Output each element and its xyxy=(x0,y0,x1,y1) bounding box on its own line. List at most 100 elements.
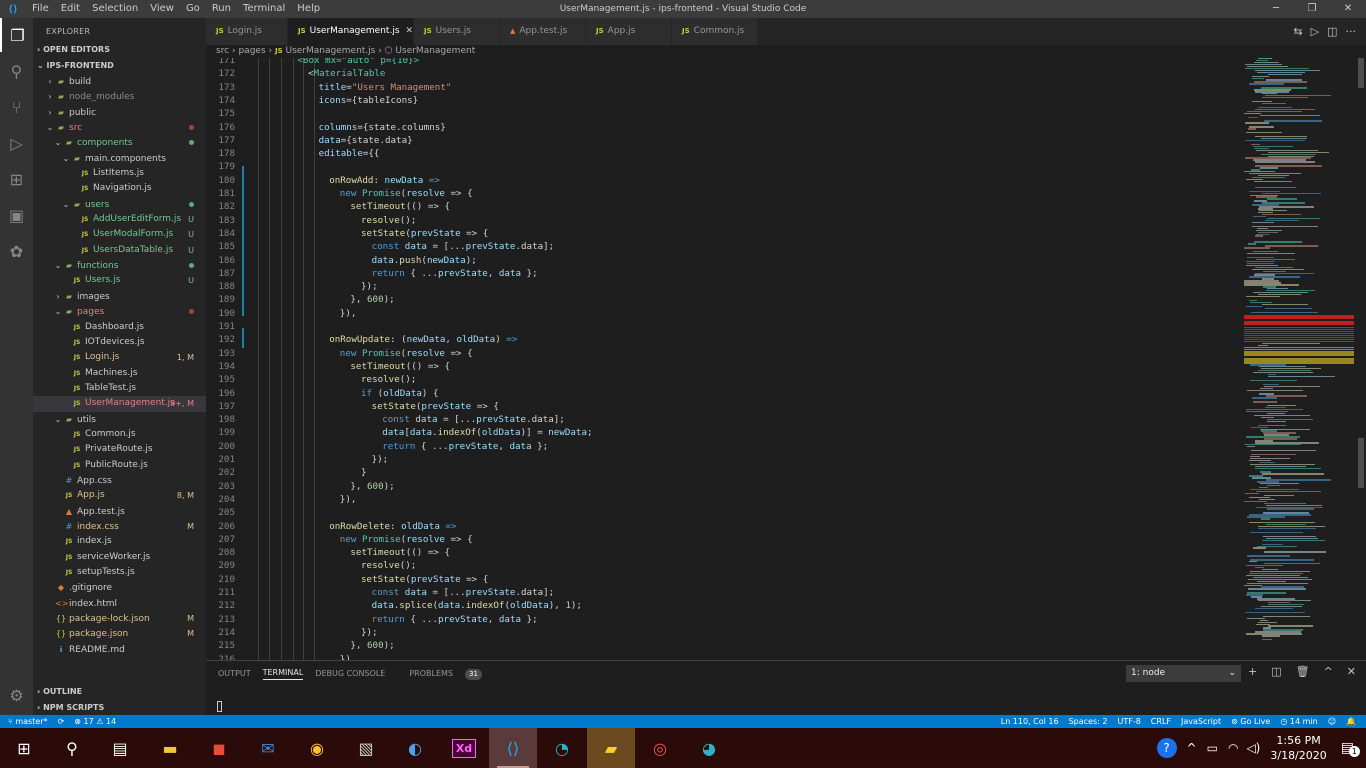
menu-help[interactable]: Help xyxy=(291,0,326,18)
breadcrumb-symbol[interactable]: UserManagement xyxy=(395,46,475,56)
help-icon[interactable]: ? xyxy=(1156,738,1177,758)
menu-view[interactable]: View xyxy=(144,0,180,18)
tab-output[interactable]: OUTPUT xyxy=(218,669,251,680)
file-explorer-icon[interactable]: ▬ xyxy=(146,728,194,768)
tree-file[interactable]: JS PrivateRoute.js xyxy=(33,442,206,457)
tree-file[interactable]: JS ListItems.js xyxy=(33,166,206,181)
scrollbar-thumb[interactable] xyxy=(1358,58,1364,88)
tree-file[interactable]: JS Machines.js xyxy=(33,366,206,381)
outline-section[interactable]: › OUTLINE xyxy=(33,684,206,700)
more-actions-icon[interactable]: ··· xyxy=(1346,25,1357,38)
branch-status[interactable]: ⑂ master* xyxy=(8,715,48,728)
close-panel-icon[interactable]: ✕ xyxy=(1347,665,1356,678)
battery-icon[interactable]: ▭ xyxy=(1207,741,1218,755)
minimize-icon[interactable]: ─ xyxy=(1258,0,1294,18)
breadcrumb-src[interactable]: src xyxy=(216,46,229,56)
tree-file[interactable]: JS Common.js xyxy=(33,427,206,442)
editor-tab[interactable]: ▲ App.test.js xyxy=(500,18,586,45)
tree-file[interactable]: JS Dashboard.js xyxy=(33,320,206,335)
tree-file[interactable]: JS Navigation.js xyxy=(33,181,206,196)
menu-selection[interactable]: Selection xyxy=(86,0,144,18)
tree-file[interactable]: {} package-lock.json M xyxy=(33,611,206,626)
tree-folder[interactable]: › ▰ images xyxy=(33,289,206,304)
edge-icon[interactable]: ◔ xyxy=(538,728,586,768)
edge-dev-icon[interactable]: ◕ xyxy=(685,728,733,768)
tab-problems[interactable]: PROBLEMS 31 xyxy=(397,668,482,680)
menu-run[interactable]: Run xyxy=(206,0,237,18)
run-debug-icon[interactable]: ▷ xyxy=(0,126,33,160)
search-icon[interactable]: ⚲ xyxy=(0,54,33,88)
open-editors-section[interactable]: › OPEN EDITORS xyxy=(33,42,206,58)
tree-folder[interactable]: ⌄ ▰ functions xyxy=(33,258,206,273)
new-terminal-icon[interactable]: + xyxy=(1248,665,1257,678)
tree-file[interactable]: ▲ App.test.js xyxy=(33,504,206,519)
tree-file[interactable]: JS setupTests.js xyxy=(33,565,206,580)
feedback-icon[interactable]: ☺ xyxy=(1328,715,1336,728)
run-icon[interactable]: ▷ xyxy=(1311,25,1319,38)
encoding[interactable]: UTF-8 xyxy=(1117,715,1140,728)
tree-file[interactable]: {} package.json M xyxy=(33,626,206,641)
cursor-position[interactable]: Ln 110, Col 16 xyxy=(1001,715,1059,728)
close-icon[interactable]: ✕ xyxy=(1330,0,1366,18)
editor-scrollbar[interactable] xyxy=(1356,58,1366,660)
menu-file[interactable]: File xyxy=(26,0,55,18)
tree-file[interactable]: JS UserManagement.js 9+, M xyxy=(33,396,206,412)
tree-file[interactable]: JS TableTest.js xyxy=(33,381,206,396)
extensions-icon[interactable]: ⊞ xyxy=(0,162,33,196)
indentation[interactable]: Spaces: 2 xyxy=(1069,715,1108,728)
maximize-panel-icon[interactable]: ^ xyxy=(1324,665,1333,678)
line-ending[interactable]: CRLF xyxy=(1151,715,1171,728)
sync-icon[interactable]: ⟳ xyxy=(58,715,65,728)
tree-file[interactable]: <>index.html xyxy=(33,596,206,611)
editor-tab[interactable]: JS UserManagement.js ✕ xyxy=(288,18,414,45)
editor-tab[interactable]: JS Common.js xyxy=(672,18,758,45)
editor-tab[interactable]: JS Users.js xyxy=(414,18,500,45)
live-share-icon[interactable]: ✿ xyxy=(0,234,33,268)
tree-folder[interactable]: ⌄ ▰ src xyxy=(33,120,206,135)
sticky-notes-icon[interactable]: ▰ xyxy=(587,728,635,768)
source-control-icon[interactable]: ⑂ xyxy=(0,90,33,124)
tab-terminal[interactable]: TERMINAL xyxy=(262,668,304,680)
tree-folder[interactable]: ⌄ ▰ utils xyxy=(33,412,206,427)
problems-status[interactable]: ⊗ 17 ⚠ 14 xyxy=(74,715,116,728)
tree-file[interactable]: # App.css xyxy=(33,473,206,488)
swirl-app-icon[interactable]: ◎ xyxy=(636,728,684,768)
windows-start-icon[interactable]: ⊞ xyxy=(0,728,48,768)
terminal-cursor[interactable] xyxy=(217,701,222,712)
vscode-icon[interactable]: ⟨⟩ xyxy=(489,728,537,768)
minimap[interactable] xyxy=(1240,58,1356,660)
search-icon[interactable]: ⚲ xyxy=(48,728,96,768)
action-center-icon[interactable]: ▤ 1 xyxy=(1341,740,1360,757)
go-live-button[interactable]: ⊚ Go Live xyxy=(1231,715,1270,728)
tree-file[interactable]: JS Users.js U xyxy=(33,273,206,288)
mail-icon[interactable]: ✉ xyxy=(244,728,292,768)
breadcrumb-file[interactable]: UserManagement.js xyxy=(286,46,376,56)
terminal-select[interactable]: 1: node ⌄ xyxy=(1126,665,1241,682)
tree-file[interactable]: JS PublicRoute.js xyxy=(33,458,206,473)
tree-file[interactable]: JS UserModalForm.js U xyxy=(33,227,206,242)
tree-folder[interactable]: ⌄ ▰ main.components xyxy=(33,151,206,166)
remote-explorer-icon[interactable]: ▣ xyxy=(0,198,33,232)
split-terminal-icon[interactable]: ◫ xyxy=(1271,665,1281,678)
tree-folder[interactable]: › ▰ node_modules xyxy=(33,89,206,104)
timer-status[interactable]: ◷ 14 min xyxy=(1280,715,1317,728)
photo-viewer-icon[interactable]: ▧ xyxy=(342,728,390,768)
project-section[interactable]: ⌄ IPS-FRONTEND xyxy=(33,58,206,74)
restore-icon[interactable]: ❐ xyxy=(1294,0,1330,18)
chrome-icon[interactable]: ◉ xyxy=(293,728,341,768)
menu-go[interactable]: Go xyxy=(180,0,206,18)
tree-file[interactable]: # index.css M xyxy=(33,519,206,534)
messaging-icon[interactable]: ◐ xyxy=(391,728,439,768)
menu-terminal[interactable]: Terminal xyxy=(237,0,291,18)
tree-file[interactable]: JS IOTdevices.js xyxy=(33,335,206,350)
wifi-icon[interactable]: ◠ xyxy=(1228,741,1238,755)
tree-file[interactable]: ℹ README.md xyxy=(33,642,206,657)
editor-tab[interactable]: JS App.js xyxy=(586,18,672,45)
tree-file[interactable]: JS index.js xyxy=(33,534,206,549)
tree-folder[interactable]: ⌄ ▰ pages xyxy=(33,304,206,319)
tree-folder[interactable]: ⌄ ▰ users xyxy=(33,197,206,212)
tree-file[interactable]: JS Login.js 1, M xyxy=(33,350,206,365)
explorer-icon[interactable]: ❐ xyxy=(0,18,33,52)
code-editor[interactable]: 171 <Box mx="auto" p={10}> 172 <MaterialTab… xyxy=(206,58,1240,660)
microsoft-store-icon[interactable]: ◼ xyxy=(195,728,243,768)
